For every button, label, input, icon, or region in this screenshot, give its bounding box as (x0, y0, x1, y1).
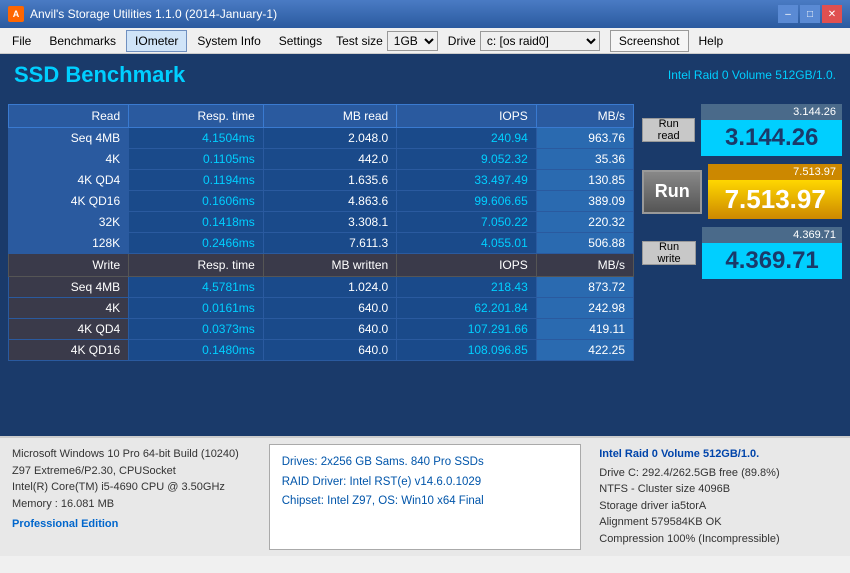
info-line3: Storage driver ia5torA (599, 498, 838, 515)
read-score-box: 3.144.26 3.144.26 (701, 104, 842, 156)
maximize-button[interactable]: □ (800, 5, 820, 23)
col-iops-w: IOPS (397, 254, 537, 277)
read-score-value: 3.144.26 (701, 120, 842, 156)
info-line4: Alignment 579584KB OK (599, 514, 838, 531)
menu-help[interactable]: Help (691, 31, 732, 51)
menu-system-info[interactable]: System Info (189, 31, 268, 51)
run-write-row: Run write 4.369.71 4.369.71 (642, 227, 842, 279)
close-button[interactable]: ✕ (822, 5, 842, 23)
read-table: Read Resp. time MB read IOPS MB/s Seq 4M… (8, 104, 634, 361)
menu-benchmarks[interactable]: Benchmarks (41, 31, 124, 51)
pro-edition-label: Professional Edition (12, 516, 251, 533)
col-mb-read: MB read (263, 105, 396, 128)
run-button[interactable]: Run (642, 170, 702, 214)
test-size-group: Test size 1GB (336, 31, 438, 51)
run-total-row: Run 7.513.97 7.513.97 (642, 164, 842, 219)
sys-line1: Microsoft Windows 10 Pro 64-bit Build (1… (12, 446, 251, 463)
col-mbs: MB/s (536, 105, 633, 128)
minimize-button[interactable]: – (778, 5, 798, 23)
drives-line3: Chipset: Intel Z97, OS: Win10 x64 Final (282, 492, 569, 512)
app-header: SSD Benchmark Intel Raid 0 Volume 512GB/… (0, 54, 850, 96)
col-resp-w: Resp. time (129, 254, 264, 277)
footer-volume-info: Intel Raid 0 Volume 512GB/1.0. Drive C: … (587, 438, 850, 556)
total-score-value: 7.513.97 (708, 180, 842, 219)
table-row: 4K0.1105ms442.09.052.3235.36 (9, 149, 634, 170)
write-score-label: 4.369.71 (702, 227, 842, 243)
total-score-label: 7.513.97 (708, 164, 842, 180)
menu-bar: File Benchmarks IOmeter System Info Sett… (0, 28, 850, 54)
volume-title: Intel Raid 0 Volume 512GB/1.0. (599, 446, 838, 463)
drive-label: Drive (448, 34, 476, 48)
table-row: 4K QD160.1480ms640.0108.096.85422.25 (9, 340, 634, 361)
col-iops: IOPS (397, 105, 537, 128)
drive-select[interactable]: c: [os raid0] (480, 31, 600, 51)
app-title: Anvil's Storage Utilities 1.1.0 (2014-Ja… (30, 7, 277, 21)
table-row: Seq 4MB4.1504ms2.048.0240.94963.76 (9, 128, 634, 149)
benchmark-subtitle: Intel Raid 0 Volume 512GB/1.0. (668, 68, 836, 82)
table-row: 4K0.0161ms640.062.201.84242.98 (9, 298, 634, 319)
benchmark-title: SSD Benchmark (14, 62, 185, 88)
read-header-row: Read Resp. time MB read IOPS MB/s (9, 105, 634, 128)
table-row: 128K0.2466ms7.611.34.055.01506.88 (9, 233, 634, 254)
window-controls: – □ ✕ (778, 5, 842, 23)
test-size-select[interactable]: 1GB (387, 31, 438, 51)
benchmark-table: Read Resp. time MB read IOPS MB/s Seq 4M… (8, 104, 634, 428)
write-score-value: 4.369.71 (702, 243, 842, 279)
write-header-row: Write Resp. time MB written IOPS MB/s (9, 254, 634, 277)
right-panel: Run read 3.144.26 3.144.26 Run 7.513.97 … (642, 104, 842, 428)
total-score-box: 7.513.97 7.513.97 (708, 164, 842, 219)
title-bar: A Anvil's Storage Utilities 1.1.0 (2014-… (0, 0, 850, 28)
footer-drives-info: Drives: 2x256 GB Sams. 840 Pro SSDs RAID… (269, 444, 582, 550)
table-row: Seq 4MB4.5781ms1.024.0218.43873.72 (9, 277, 634, 298)
info-line2: NTFS - Cluster size 4096B (599, 481, 838, 498)
col-resp: Resp. time (129, 105, 264, 128)
col-read: Read (9, 105, 129, 128)
sys-line3: Intel(R) Core(TM) i5-4690 CPU @ 3.50GHz (12, 479, 251, 496)
sys-line2: Z97 Extreme6/P2.30, CPUSocket (12, 463, 251, 480)
info-line1: Drive C: 292.4/262.5GB free (89.8%) (599, 465, 838, 482)
drive-group: Drive c: [os raid0] (448, 31, 600, 51)
read-score-label: 3.144.26 (701, 104, 842, 120)
table-row: 4K QD40.0373ms640.0107.291.66419.11 (9, 319, 634, 340)
table-row: 4K QD160.1606ms4.863.699.606.65389.09 (9, 191, 634, 212)
main-content: Read Resp. time MB read IOPS MB/s Seq 4M… (0, 96, 850, 436)
drives-line2: RAID Driver: Intel RST(e) v14.6.0.1029 (282, 473, 569, 493)
screenshot-button[interactable]: Screenshot (610, 30, 689, 52)
write-score-box: 4.369.71 4.369.71 (702, 227, 842, 279)
run-read-row: Run read 3.144.26 3.144.26 (642, 104, 842, 156)
footer-system-info: Microsoft Windows 10 Pro 64-bit Build (1… (0, 438, 263, 556)
run-read-button[interactable]: Run read (642, 118, 695, 142)
menu-file[interactable]: File (4, 31, 39, 51)
app-icon: A (8, 6, 24, 22)
menu-settings[interactable]: Settings (271, 31, 330, 51)
sys-line4: Memory : 16.081 MB (12, 496, 251, 513)
drives-line1: Drives: 2x256 GB Sams. 840 Pro SSDs (282, 453, 569, 473)
run-write-button[interactable]: Run write (642, 241, 696, 265)
table-row: 32K0.1418ms3.308.17.050.22220.32 (9, 212, 634, 233)
table-row: 4K QD40.1194ms1.635.633.497.49130.85 (9, 170, 634, 191)
col-mbs-w: MB/s (536, 254, 633, 277)
test-size-label: Test size (336, 34, 383, 48)
footer: Microsoft Windows 10 Pro 64-bit Build (1… (0, 436, 850, 556)
info-line5: Compression 100% (Incompressible) (599, 531, 838, 548)
col-mb-written: MB written (263, 254, 396, 277)
col-write: Write (9, 254, 129, 277)
menu-iometer[interactable]: IOmeter (126, 30, 187, 52)
